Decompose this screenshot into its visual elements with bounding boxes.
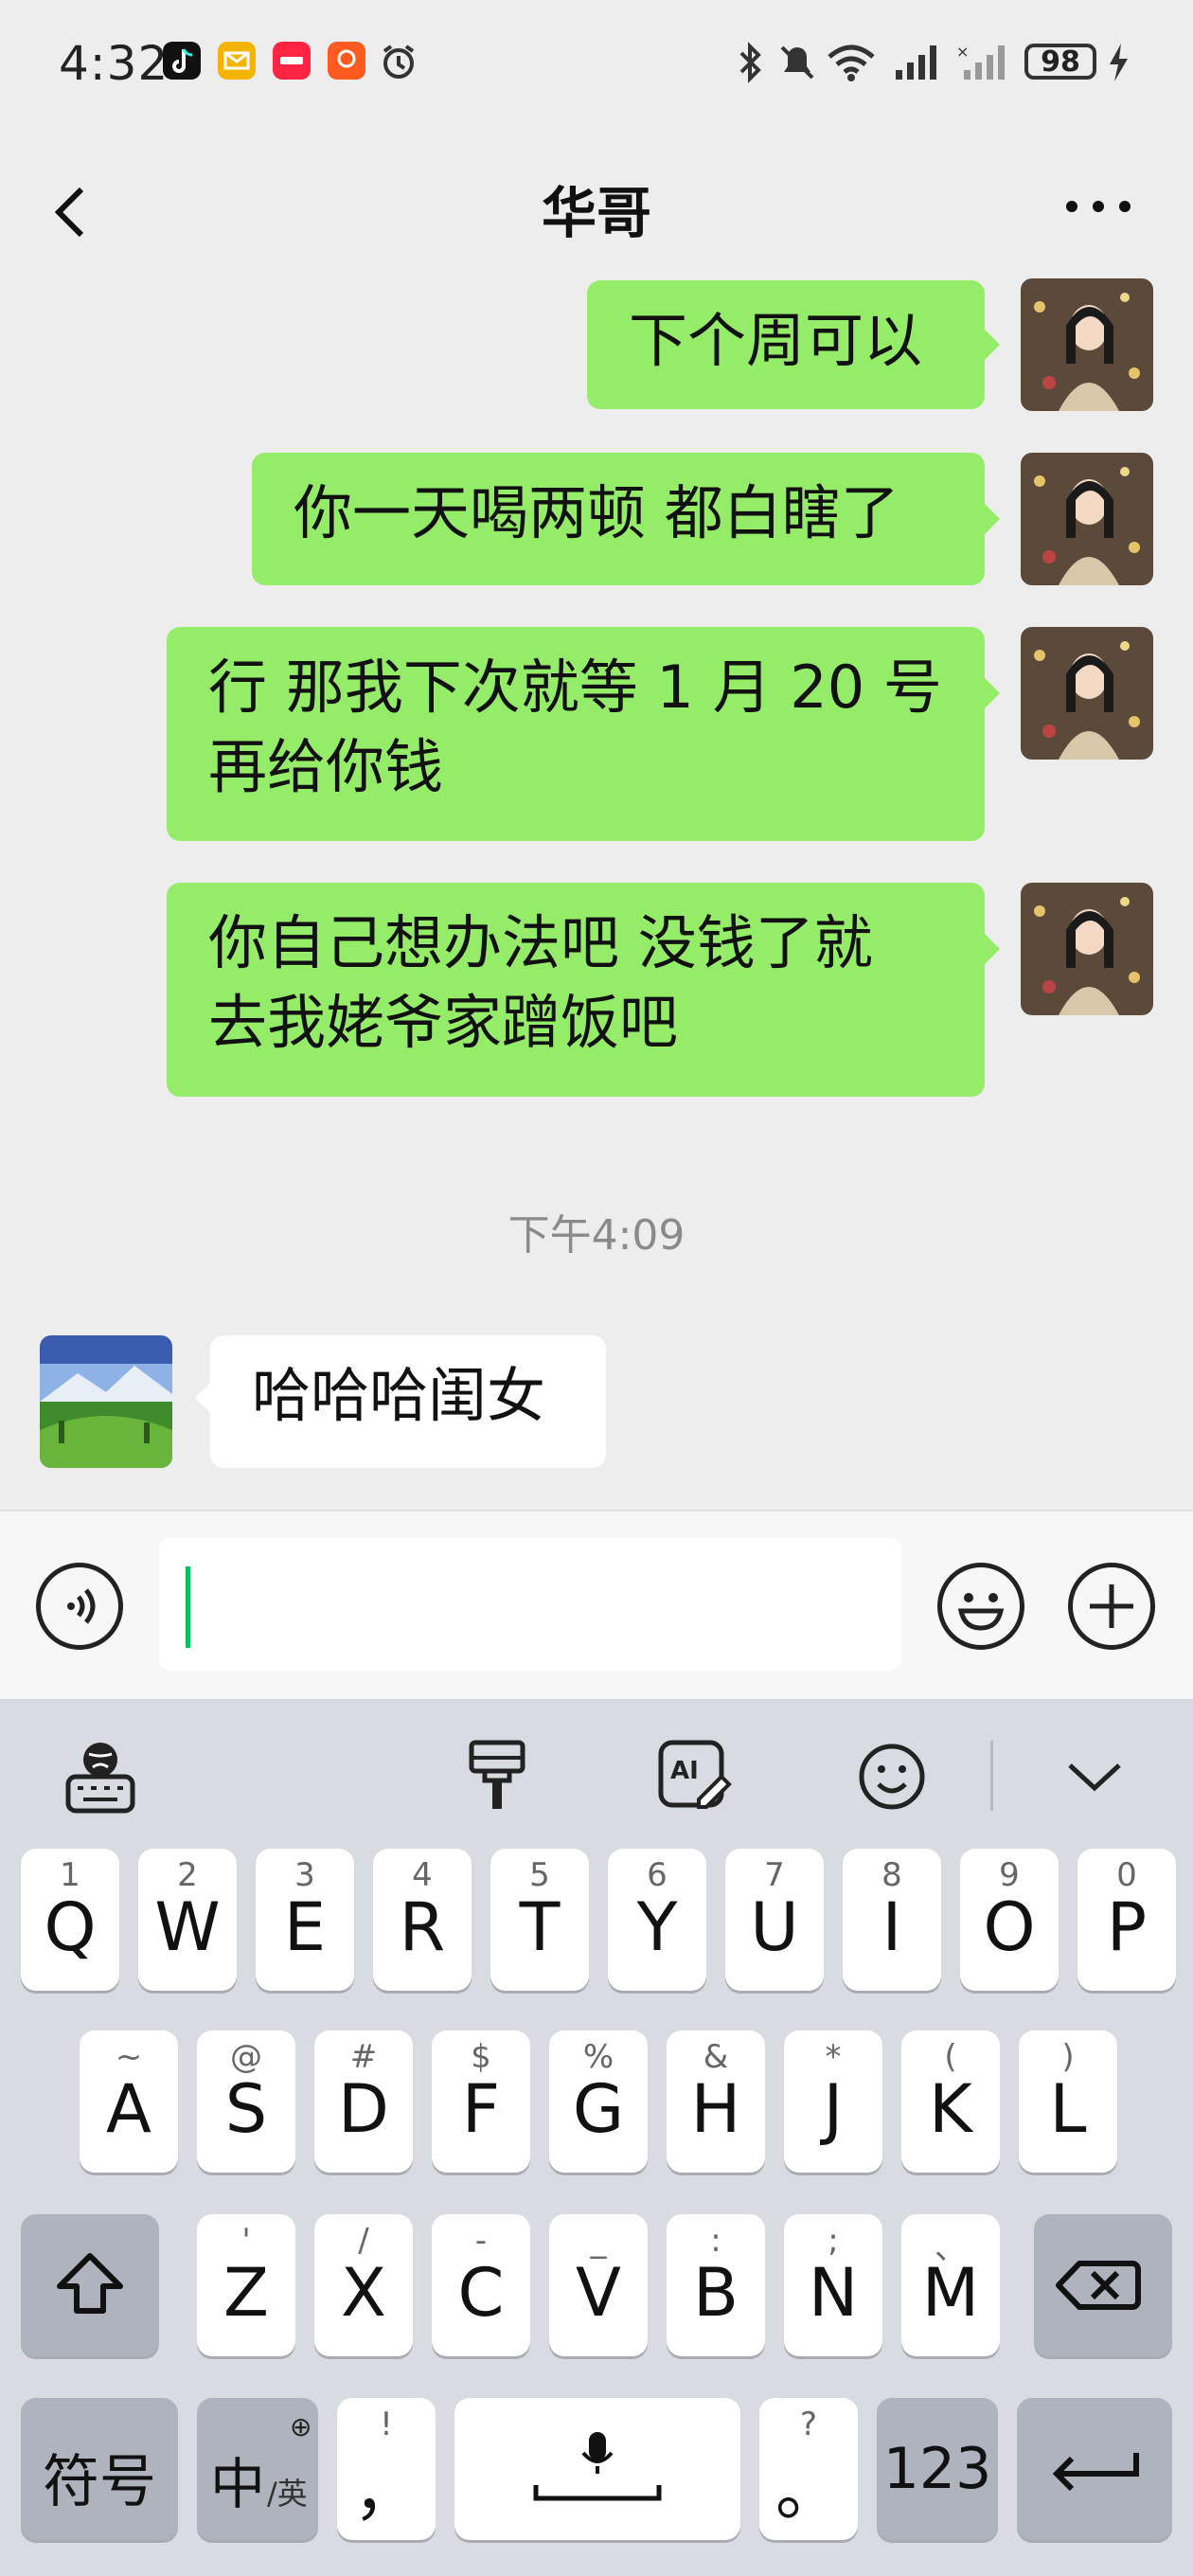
enter-key[interactable] <box>1017 2398 1172 2540</box>
key-n[interactable]: ; N <box>784 2214 882 2356</box>
ai-write-icon[interactable]: AI <box>657 1737 733 1818</box>
alarm-icon <box>379 42 418 85</box>
key-m[interactable]: 、 M <box>901 2214 1000 2356</box>
numbers-key[interactable]: 123 <box>877 2398 998 2540</box>
key-r[interactable]: 4R <box>373 1849 472 1991</box>
bubble-tail <box>195 1383 210 1413</box>
key-w[interactable]: 2W <box>138 1849 237 1991</box>
self-avatar[interactable] <box>1021 883 1153 1015</box>
key-p[interactable]: 0P <box>1077 1849 1176 1991</box>
self-avatar[interactable] <box>1021 453 1153 585</box>
key-j[interactable]: * J <box>784 2030 882 2173</box>
key-l[interactable]: ) L <box>1019 2030 1117 2173</box>
emoji-panel-icon[interactable] <box>856 1737 928 1818</box>
xiaohongshu-icon <box>273 42 311 80</box>
keyboard-settings-icon[interactable] <box>64 1737 136 1818</box>
key-z[interactable]: ' Z <box>197 2214 295 2356</box>
status-time: 4:32 <box>59 36 169 91</box>
bubble-tail <box>985 678 1000 708</box>
key-x[interactable]: / X <box>314 2214 413 2356</box>
key-t[interactable]: 5T <box>490 1849 589 1991</box>
key-f[interactable]: $ F <box>432 2030 530 2173</box>
more-options-button[interactable] <box>1060 178 1136 235</box>
message-text: 你一天喝两顿 都白瞎了 <box>294 478 899 547</box>
keyboard: AI 1Q 2W 3E 4R 5T 6Y 7U 8I 9O 0P ~ A @ S #… <box>0 1699 1193 2576</box>
message-bubble-sent[interactable]: 下个周可以 <box>587 280 985 409</box>
key-o[interactable]: 9O <box>960 1849 1059 1991</box>
globe-icon: ⊕ <box>290 2411 312 2442</box>
self-avatar[interactable] <box>1021 278 1153 411</box>
bluetooth-icon <box>737 42 765 87</box>
bubble-tail <box>985 330 1000 360</box>
emoji-button[interactable] <box>937 1563 1024 1650</box>
input-bar <box>0 1510 1193 1701</box>
chat-header: 华哥 <box>0 133 1193 284</box>
message-text-line: 你自己想办法吧 没钱了就 <box>208 908 873 977</box>
key-u[interactable]: 7U <box>725 1849 824 1991</box>
hide-keyboard-icon[interactable] <box>1064 1750 1125 1811</box>
key-v[interactable]: _ V <box>549 2214 648 2356</box>
message-bubble-sent[interactable]: 你一天喝两顿 都白瞎了 <box>252 453 985 585</box>
key-e[interactable]: 3E <box>256 1849 354 1991</box>
message-bubble-sent[interactable]: 你自己想办法吧 没钱了就 去我姥爷家蹭饭吧 <box>167 883 985 1097</box>
chat-title: 华哥 <box>541 181 651 245</box>
message-bubble-sent[interactable]: 行 那我下次就等 1 月 20 号 再给你钱 <box>167 627 985 841</box>
message-text-line: 去我姥爷家蹭饭吧 <box>208 988 679 1057</box>
key-c[interactable]: -C <box>432 2214 530 2356</box>
more-functions-button[interactable] <box>1068 1563 1155 1650</box>
language-switch-key[interactable]: ⊕ 中 /英 <box>197 2398 318 2540</box>
voice-input-button[interactable] <box>36 1563 123 1650</box>
mute-icon <box>776 42 818 87</box>
backspace-key[interactable] <box>1034 2214 1172 2356</box>
toolbar-divider <box>990 1741 993 1811</box>
period-key[interactable]: ?。 <box>759 2398 858 2540</box>
tiktok-icon <box>163 42 201 80</box>
message-bubble-received[interactable]: 哈哈哈闺女 <box>210 1335 606 1468</box>
bubble-tail <box>985 504 1000 534</box>
keyboard-theme-icon[interactable] <box>464 1737 530 1818</box>
key-h[interactable]: & H <box>667 2030 765 2173</box>
message-text: 哈哈哈闺女 <box>252 1361 546 1430</box>
self-avatar[interactable] <box>1021 627 1153 760</box>
key-d[interactable]: # D <box>314 2030 413 2173</box>
charging-icon <box>1106 42 1131 87</box>
text-cursor <box>186 1566 190 1648</box>
key-g[interactable]: % G <box>549 2030 648 2173</box>
signal-icon <box>894 44 943 85</box>
svg-text:AI: AI <box>670 1757 699 1785</box>
comma-key[interactable]: !， <box>337 2398 436 2540</box>
message-text: 下个周可以 <box>629 306 923 375</box>
symbols-key[interactable]: 符号 <box>21 2398 178 2540</box>
shift-key[interactable] <box>21 2214 159 2356</box>
bubble-tail <box>985 934 1000 964</box>
key-y[interactable]: 6Y <box>608 1849 706 1991</box>
contact-avatar[interactable] <box>40 1335 172 1468</box>
wifi-icon <box>826 44 877 85</box>
key-a[interactable]: ~ A <box>80 2030 178 2173</box>
battery-indicator: 98 <box>1024 44 1096 80</box>
status-bar: 4:32 × 98 <box>0 0 1193 133</box>
key-q[interactable]: 1Q <box>21 1849 119 1991</box>
message-text-line: 再给你钱 <box>208 732 444 801</box>
message-input[interactable] <box>159 1538 901 1671</box>
message-text-line: 行 那我下次就等 1 月 20 号 <box>208 653 942 722</box>
key-b[interactable]: :B <box>667 2214 765 2356</box>
svg-text:×: × <box>956 44 969 61</box>
space-key[interactable] <box>454 2398 740 2540</box>
key-k[interactable]: (K <box>901 2030 1000 2173</box>
signal-2-icon: × <box>956 43 1009 85</box>
pinduoduo-icon <box>328 42 365 80</box>
message-timestamp: 下午4:09 <box>507 1211 686 1260</box>
key-s[interactable]: @ S <box>197 2030 295 2173</box>
key-i[interactable]: 8I <box>843 1849 941 1991</box>
mail-icon <box>218 42 256 80</box>
